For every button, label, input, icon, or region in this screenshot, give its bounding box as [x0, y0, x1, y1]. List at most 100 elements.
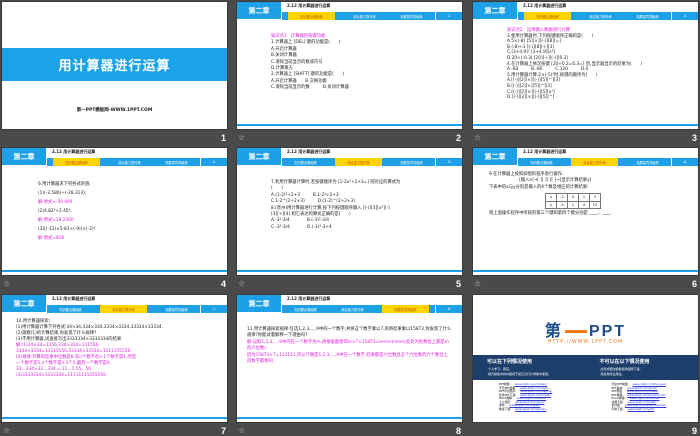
tab-1[interactable]: 知识要点基础练	[47, 305, 94, 313]
table-cell: -2	[556, 193, 568, 202]
tab-2[interactable]: 综合能力提升练	[106, 158, 153, 166]
table-header-cell: y	[545, 200, 557, 210]
tab-2[interactable]: 综合能力提升练	[329, 305, 376, 313]
result-table: x -2 0 1 3 y -5 1 4 10	[545, 193, 601, 210]
slide-footer-line	[237, 270, 462, 272]
tab-1[interactable]: 知识要点基础练	[288, 12, 335, 20]
section-title: 2.12 用计算器进行运算	[52, 296, 96, 301]
slide-thumbnail[interactable]: 第二章 2.12 用计算器进行运算知识要点基础练 综合能力提升练 拓展探究突破练 -7-…	[2, 295, 227, 422]
page-indicator: -6-	[671, 158, 698, 166]
chapter-label: 第二章	[2, 295, 46, 312]
slide-footer-line	[237, 417, 462, 419]
question-line: C.-3⁵-3/4 D.(-3)²-3÷4	[271, 224, 332, 230]
slide-thumbnail[interactable]: 第二章 2.12 用计算器进行运算 知识要点基础练 综合能力提升练 拓展探究突破练 -8-…	[237, 295, 462, 422]
slide-number: 4	[221, 279, 227, 289]
slide-transition-icon[interactable]: ☆	[238, 133, 245, 142]
link-url[interactable]: www.1ppt.com/jiaoan/	[515, 407, 546, 411]
tab-2[interactable]: 综合能力提升练	[571, 158, 618, 166]
page-indicator: -2-	[435, 12, 462, 20]
link-row: 教案下载: www.1ppt.com/jiaoan/	[499, 407, 586, 412]
tab-bar: 知识要点基础练 综合能力提升练 拓展探究突破练 -7-	[47, 305, 227, 313]
slide-thumbnail[interactable]: 第二章 2.12 用计算器进行运算 知识要点基础练 综合能力提升练 拓展探究突破练 -2-…	[237, 2, 462, 129]
table-cell: 0	[567, 193, 579, 202]
usage-forbidden-title: 不可以在以下情况使用	[599, 359, 650, 365]
table-row: y -5 1 4 10	[545, 200, 601, 210]
answer-line: 解:原式=816	[38, 236, 65, 241]
slide-footer-line	[473, 124, 698, 126]
question-line: 6.用计算器求下列各式的值:	[38, 182, 91, 187]
logo-url[interactable]: HTTP://WWW.1PPT.COM	[473, 340, 698, 345]
tab-bar: 知识要点基础练 综合能力提升练 拓展探究突破练 -4-	[47, 158, 227, 166]
tab-1[interactable]: 知识要点基础练	[53, 158, 100, 166]
table-row: x -2 0 1 3	[545, 193, 601, 202]
section-title: 2.12 用计算器进行运算	[287, 296, 331, 301]
slide-number: 1	[221, 133, 227, 143]
tab-3[interactable]: 拓展探究突破练	[388, 158, 435, 166]
tab-bar: 知识要点基础练 综合能力提升练 拓展探究突破练 -6-	[518, 158, 698, 166]
tab-1[interactable]: 知识要点基础练	[518, 158, 565, 166]
logo-text: PPT	[588, 323, 627, 340]
slide-footer-line	[2, 270, 227, 272]
table-header-cell: x	[545, 193, 557, 202]
tab-3[interactable]: 拓展探究突破练	[153, 158, 200, 166]
slide-subtitle: 第一PPT模板网-WWW.1PPT.COM	[76, 108, 153, 113]
tab-bar: 知识要点基础练 综合能力提升练 拓展探究突破练 -2-	[282, 12, 462, 20]
chapter-label: 第二章	[2, 148, 46, 165]
tab-3[interactable]: 拓展探究突破练	[153, 305, 200, 313]
usage-allowed: 可以在下列情况使用 ·个人学习、研究。 ·拷贝模板中的内容用于其它幻灯片母版中使用。	[473, 355, 586, 380]
question-line: (2)4.82³÷2.45²;	[38, 209, 72, 214]
section-title: 2.12 用计算器进行运算	[523, 3, 567, 8]
link-column: 行业PPT模板: www.1ppt.com/hangye/PPT素材: www.1p…	[586, 382, 699, 411]
page-indicator: -3-	[671, 12, 698, 20]
logo-text: 第	[544, 323, 563, 340]
usage-allowed-item: ·拷贝模板中的内容用于其它幻灯片母版中使用。	[487, 371, 551, 376]
tab-3[interactable]: 拓展探究突破练	[624, 158, 671, 166]
question-line: (3)[(-12)×5-81÷(-9)]×(-2)³.	[38, 227, 97, 232]
slide-footer-line	[2, 417, 227, 419]
slide-thumbnail[interactable]: 第二章 2.12 用计算器进行运算 知识要点基础练 综合能力提升练 拓展探究突破练 -3-…	[473, 2, 698, 129]
slide-transition-icon[interactable]: ☆	[474, 279, 481, 288]
usage-forbidden-item: ·用途用商业用途。	[599, 371, 625, 376]
tab-2[interactable]: 综合能力提升练	[577, 12, 624, 20]
link-label: 字体下载:	[611, 406, 624, 411]
slide-thumbnail[interactable]: 第二章 2.12 用计算器进行运算 知识要点基础练 综合能力提升练 拓展探究突破练 -6-…	[473, 148, 698, 275]
slide-number: 5	[456, 279, 462, 289]
slide-transition-icon[interactable]: ☆	[3, 279, 10, 288]
question-line: 则上面操作程序中所按的第三个键和第四个键分别是 ____、____.	[489, 211, 613, 217]
tab-2[interactable]: 综合能力提升练	[335, 158, 382, 166]
slide-transition-icon[interactable]: ☆	[238, 279, 245, 288]
tab-1[interactable]: 知识要点基础练	[282, 305, 329, 313]
tab-3[interactable]: 拓展探究突破练	[388, 12, 435, 20]
question-line: C.清除当前显示的数 D.关闭计算器	[271, 85, 349, 91]
question-line: (1)(-2.586)÷(-28.313);	[38, 191, 87, 196]
slide-title: 用计算器进行运算	[2, 48, 227, 81]
tab-3[interactable]: 拓展探究突破练	[624, 12, 671, 20]
tab-2[interactable]: 综合能力提升练	[341, 12, 388, 20]
tab-2[interactable]: 综合能力提升练	[100, 305, 147, 313]
slide-body: 11.用计算器探索规律:任选1,2,3,…,9中的一个数字,并将这个数字乘以7,…	[247, 327, 452, 365]
slide-thumbnail[interactable]: 第二章 2.12 用计算器进行运算 知识要点基础练 综合能力提升练 拓展探究突破练 -4-…	[2, 148, 227, 275]
slide-transition-icon[interactable]: ☆	[238, 426, 245, 435]
link-url[interactable]: www.1ppt.com/ziti/	[628, 407, 655, 411]
question-line: 11.用计算器探索规律:任选1,2,3,…,9中的一个数字,并将这个数字乘以7,…	[247, 327, 452, 339]
usage-forbidden: 不可以在以下情况使用 ·出售或更改模板使用权限下载。 ·用途用商业用途。	[586, 355, 699, 380]
slide-footer-line	[237, 124, 462, 126]
table-cell: 1	[578, 193, 590, 202]
tab-1[interactable]: 知识要点基础练	[524, 12, 571, 20]
section-title: 2.12 用计算器进行运算	[523, 149, 567, 154]
slide-transition-icon[interactable]: ☆	[3, 426, 10, 435]
chapter-label: 第二章	[473, 2, 517, 19]
slide-body: 10.用计算器探索: (1)用计算器计算下列各式:34×34,334×334,33…	[16, 319, 219, 379]
page-indicator: -5-	[435, 158, 462, 166]
slide-thumbnail[interactable]: 第二章 2.12 用计算器进行运算 知识要点基础练 综合能力提升练 拓展探究突破练 -5-…	[237, 148, 462, 275]
slide-thumbnail[interactable]: 用计算器进行运算第一PPT模板网-WWW.1PPT.COM	[2, 2, 227, 129]
slide-transition-icon[interactable]: ☆	[474, 133, 481, 142]
tab-1[interactable]: 知识要点基础练	[282, 158, 329, 166]
answer-line: 解:设取1,2,3,…,9中的任一个数字为m,则根据题意得m×7×15873=m…	[247, 339, 449, 352]
tab-3[interactable]: 拓展探究突破练	[382, 305, 429, 313]
section-title: 2.12 用计算器进行运算	[287, 3, 331, 8]
slide-footer-line	[473, 270, 698, 272]
question-line: 下表中的x与y分别是输入的6个数及相应的计算结果:	[489, 184, 589, 190]
link-column: PPT模板: www.1ppt.com/moban/节日PPT模板: www.1pp…	[473, 382, 586, 412]
slide-thumbnail[interactable]: 第 PPT HTTP://WWW.1PPT.COM 可以在下列情况使用 ·个人学习、研究…	[473, 295, 698, 422]
